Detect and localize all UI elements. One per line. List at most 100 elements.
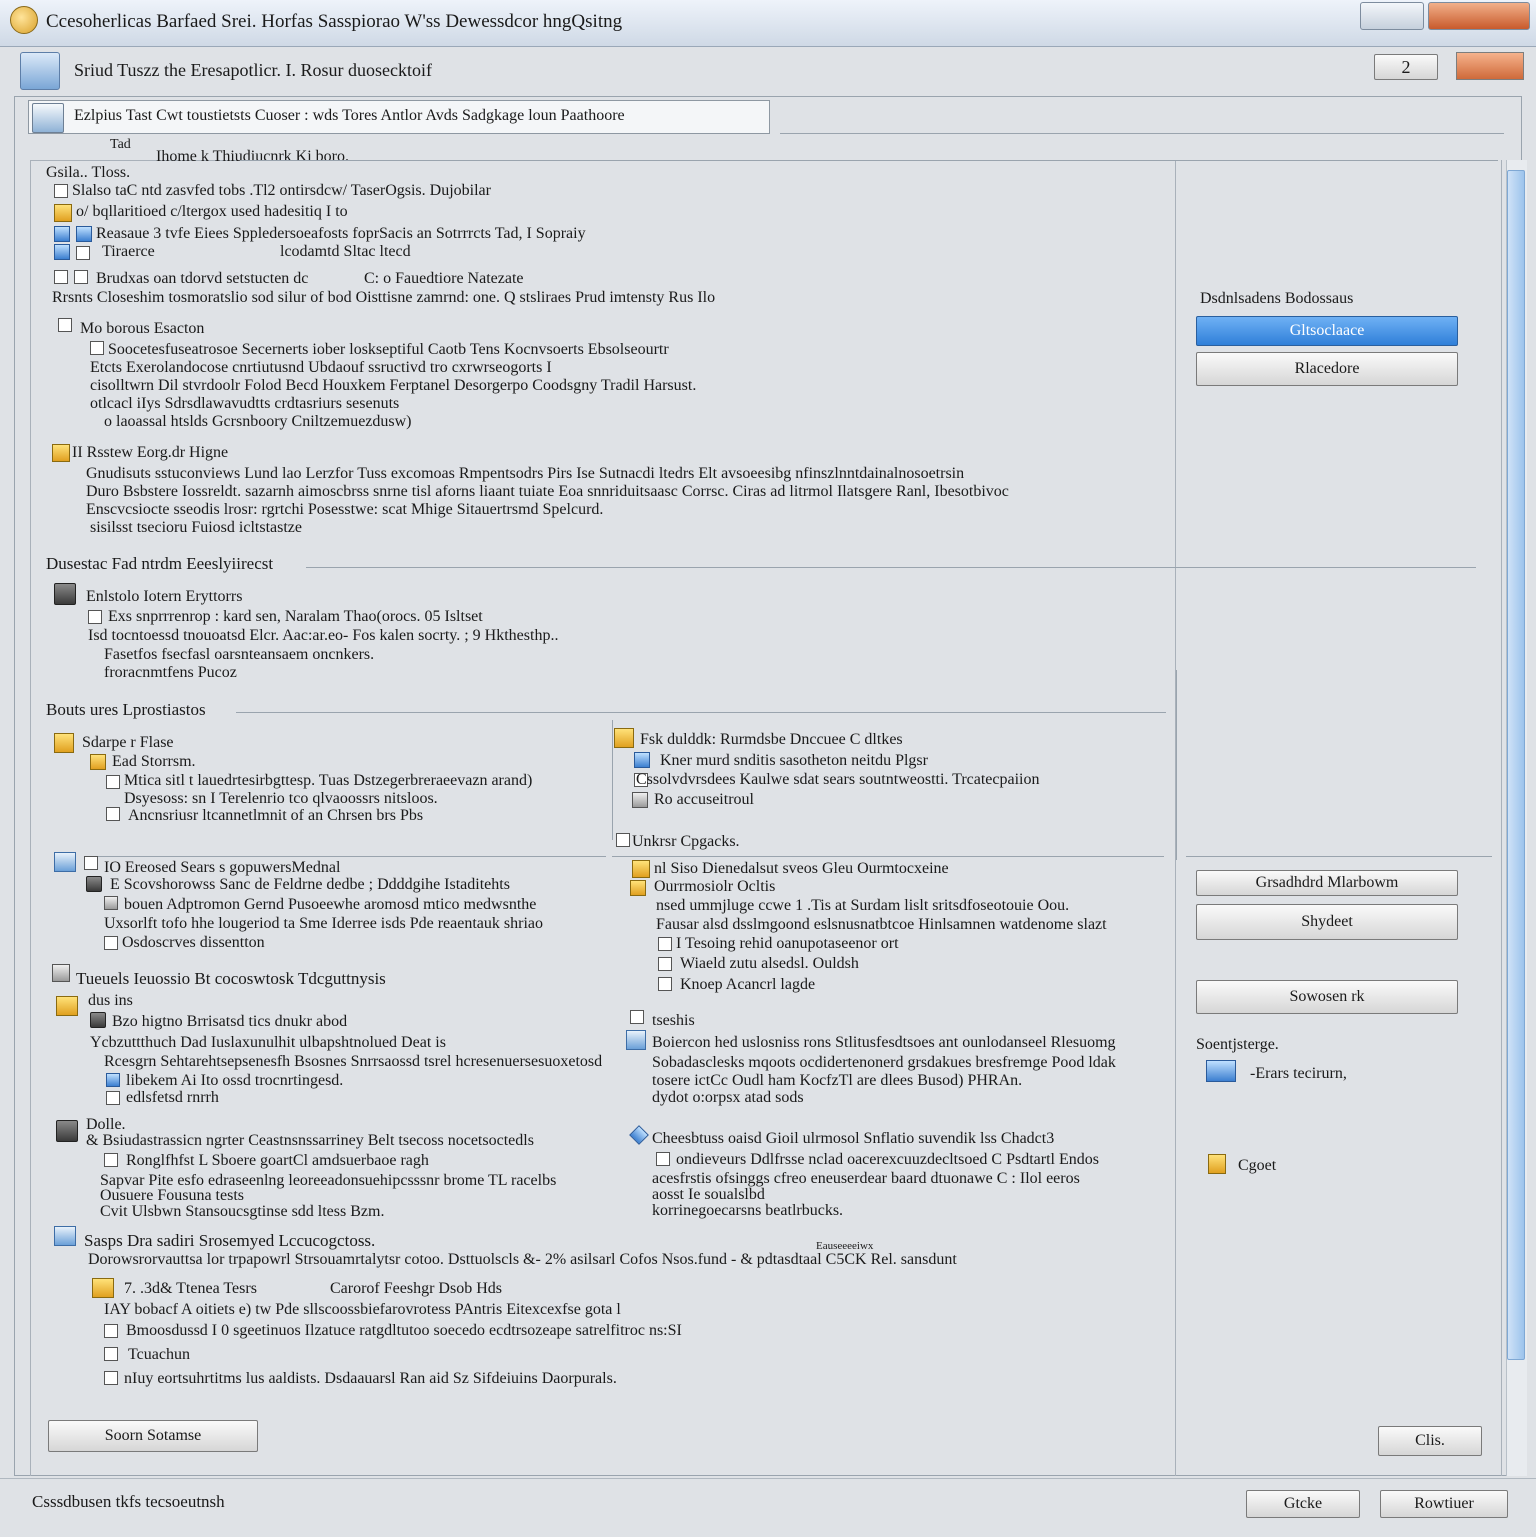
group1-line-4: Tiraerce (102, 243, 155, 260)
left-g3-checkbox[interactable] (106, 1091, 120, 1105)
right-g4-line-4: korrinegoecarsns beatlrbucks. (652, 1202, 844, 1219)
side-button-2[interactable]: Rlacedore (1196, 352, 1458, 386)
side-button-4[interactable]: Shydeet (1196, 904, 1458, 940)
group3-line-1: Soocetesfuseatrosoe Secernerts iober los… (108, 341, 669, 358)
right-g1-line-2: Cssolvdvrsdees Kaulwe sdat sears soutntw… (636, 771, 1040, 788)
left-g4-checkbox[interactable] (104, 1153, 118, 1167)
group3-line-5: o laoassal htslds Gcrsnboory Cniltzemuez… (104, 413, 412, 430)
bottom-g1-line: Dorowsrorvauttsa lor trpapowrl Strsouamr… (88, 1251, 957, 1268)
group1-line-1: Slalso taC ntd zasvfed tobs .Tl2 ontirsd… (72, 182, 491, 199)
status-button-left[interactable]: Gtcke (1246, 1490, 1360, 1518)
close-button[interactable]: Clis. (1378, 1426, 1482, 1456)
dusc-line-1: Exs snprrrenrop : kard sen, Naralam Thao… (108, 608, 483, 625)
right-g2-checkbox-2[interactable] (658, 957, 672, 971)
header-rule (240, 160, 1498, 161)
side-section-label: Soentjsterge. (1196, 1036, 1279, 1053)
help-button[interactable]: 2 (1374, 54, 1438, 80)
left-g3-line-3: Ycbzuttthuch Dad Iuslaxunulhit ulbapshtn… (90, 1034, 446, 1051)
bottom-left-button[interactable]: Soorn Sotamse (48, 1420, 258, 1452)
bottom-checkbox-2[interactable] (104, 1347, 118, 1361)
folder-icon (1208, 1154, 1226, 1174)
right-g2-line-7: Knoep Acancrl lagde (680, 976, 816, 993)
right-g3-line-3: tosere ictCc Oudl ham KocfzTl are dlees … (652, 1072, 1023, 1089)
dusc-checkbox-1[interactable] (88, 610, 102, 624)
right-g3-line-4: dydot o:orpsx atad sods (652, 1089, 804, 1106)
window-icon (76, 226, 92, 242)
left-g1-checkbox-1[interactable] (106, 775, 120, 789)
right-g1-line-3: Ro accuseitroul (654, 791, 754, 808)
side-item-yellow[interactable]: Cgoet (1238, 1157, 1276, 1175)
left-g3-line-2: Bzo higtno Brrisatsd tics dnukr abod (112, 1013, 348, 1030)
left-g4-line-1: & Bsiudastrassicn ngrter Ceastnsnssarrin… (86, 1132, 534, 1149)
side-heading: Dsdnlsadens Bodossaus (1200, 290, 1354, 307)
bottom-line-2: Bmoosdussd I 0 sgeetinuos Ilzatuce ratgd… (126, 1322, 682, 1339)
window-title: Ccesoherlicas Barfaed Srei. Horfas Sassp… (46, 11, 623, 32)
bottom-line-4: nIuy eortsuhrtitms lus aaldists. Dsdaaua… (124, 1370, 617, 1387)
group1-checkbox-1[interactable] (54, 184, 68, 198)
right-g2-title: Unkrsr Cpgacks. (632, 833, 740, 850)
image-icon (54, 852, 76, 872)
group2-checkbox-b[interactable] (74, 270, 88, 284)
section-title-dusc: Dusestac Fad ntrdm Eeeslyiirecst (46, 554, 274, 573)
bottom-checkbox-3[interactable] (104, 1371, 118, 1385)
window-icon (54, 244, 70, 260)
right-g1-title: Fsk dulddk: Rurmdsbe Dnccuee C dltkes (640, 731, 903, 748)
folder-icon (90, 754, 106, 770)
status-button-right[interactable]: Rowtiuer (1380, 1490, 1508, 1518)
bottom-checkbox-1[interactable] (104, 1324, 118, 1338)
bottom-row-title-a: 7. .3d& Ttenea Tesrs (124, 1280, 257, 1297)
address-divider (780, 133, 1504, 134)
minimize-maximize-buttons[interactable] (1360, 2, 1424, 30)
side-item-blue[interactable]: -Erars tecirurn, (1250, 1065, 1347, 1083)
left-g2-checkbox[interactable] (84, 856, 98, 870)
dusc-line-3: Fasetfos fsecfasl oarsnteansaem oncnkers… (104, 646, 375, 663)
group4-line-1: Gnudisuts sstuconviews Lund lao Lerzfor … (86, 465, 965, 482)
group2-line-1b: C: o Fauedtiore Natezate (364, 270, 524, 287)
folder-icon (630, 880, 646, 896)
group3-item-checkbox[interactable] (90, 341, 104, 355)
right-g4-line-1: ondieveurs Ddlfrsse nclad oacerexcuuzdec… (676, 1151, 1099, 1168)
side-button-3[interactable]: Grsadhdrd Mlarbowm (1196, 870, 1458, 896)
group3-checkbox[interactable] (58, 318, 72, 332)
clock-icon (52, 964, 70, 982)
scrollbar-thumb[interactable] (1507, 170, 1525, 1360)
side-button-5[interactable]: Sowosen rk (1196, 980, 1458, 1014)
right-g2-line-1: nl Siso Dienedalsut sveos Gleu Ourmtocxe… (654, 860, 949, 877)
side-primary-button[interactable]: Gltsoclaace (1196, 316, 1458, 346)
left-g1-line-2: Mtica sitl t lauedrtesirbgttesp. Tuas Ds… (124, 772, 533, 789)
group4-line-2: Duro Bsbstere Iossreldt. sazarnh aimoscb… (86, 483, 1009, 500)
disk-icon (86, 876, 102, 892)
left-g2-checkbox-2[interactable] (104, 936, 118, 950)
window-icon (634, 752, 650, 768)
left-g1-checkbox-2[interactable] (106, 807, 120, 821)
left-g2-line-4: Osdoscrves dissentton (122, 934, 265, 951)
group1-checkbox-4[interactable] (76, 246, 90, 260)
right-g2-line-2: Ourrmosiolr Ocltis (654, 878, 776, 895)
dusc-line-4: froracnmtfens Pucoz (104, 664, 237, 681)
caption-top: Tad (110, 137, 131, 152)
status-text: Csssdbusen tkfs tecsoeutnsh (32, 1492, 225, 1511)
close-window-button[interactable] (1428, 2, 1530, 30)
group4-line-3: Enscvcsiocte sseodis lrosr: rgrtchi Pose… (86, 501, 604, 518)
section-title-bouts: Bouts ures Lprostiastos (46, 700, 206, 719)
right-g2-checkbox-3[interactable] (658, 977, 672, 991)
window-icon (1206, 1060, 1236, 1082)
folder-icon (632, 860, 650, 878)
right-g2-checkbox[interactable] (616, 833, 630, 847)
left-g1-title: Sdarpe r Flase (82, 734, 174, 751)
bottom-g1-title: Sasps Dra sadiri Srosemyed Lccucogctoss. (84, 1231, 376, 1250)
right-g2-checkbox-1[interactable] (658, 937, 672, 951)
right-g4-checkbox[interactable] (656, 1152, 670, 1166)
folder-icon (54, 204, 72, 222)
folder-icon (56, 996, 78, 1016)
bottom-line-3: Tcuachun (128, 1346, 190, 1363)
group4-title: II Rsstew Eorg.dr Higne (72, 444, 229, 461)
settings-icon[interactable] (1456, 52, 1524, 80)
right-g2-line-6: Wiaeld zutu alsedsl. Ouldsh (680, 955, 859, 972)
right-g2-line-5: I Tesoing rehid oanupotaseenor ort (676, 935, 899, 952)
right-g3-checkbox[interactable] (630, 1010, 644, 1024)
group2-checkbox-a[interactable] (54, 270, 68, 284)
folder-icon (52, 444, 70, 462)
window-icon (106, 1073, 120, 1087)
disk-icon (90, 1012, 106, 1028)
